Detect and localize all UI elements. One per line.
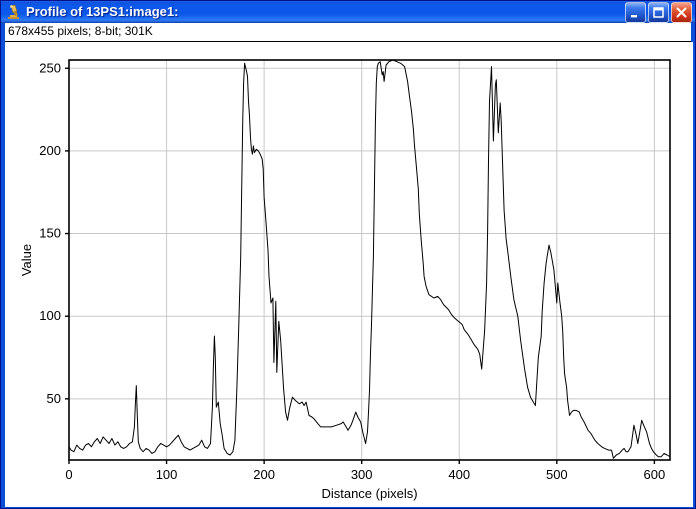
x-axis-title: Distance (pixels) — [321, 486, 417, 501]
x-tick-label: 600 — [644, 467, 666, 482]
y-axis-title: Value — [19, 244, 34, 276]
close-button[interactable] — [671, 2, 692, 23]
y-tick-label: 250 — [39, 60, 61, 75]
x-tick-label: 200 — [253, 467, 275, 482]
close-icon — [675, 6, 688, 19]
plot-canvas[interactable]: 0 100 200 300 400 500 600 50 100 150 200 250 Distanc… — [5, 42, 693, 507]
y-tick-label: 200 — [39, 143, 61, 158]
minimize-icon — [629, 6, 642, 19]
maximize-button[interactable] — [648, 2, 669, 23]
profile-window: Profile of 13PS1:image1: 678x455 — [0, 0, 696, 509]
y-tick-label: 50 — [47, 391, 61, 406]
y-tick-label: 150 — [39, 226, 61, 241]
window-content: 678x455 pixels; 8-bit; 301K 0 100 200 300 40… — [5, 23, 691, 504]
status-bar: 678x455 pixels; 8-bit; 301K — [5, 23, 691, 42]
y-tick-label: 100 — [39, 308, 61, 323]
title-bar[interactable]: Profile of 13PS1:image1: — [1, 1, 695, 23]
minimize-button[interactable] — [625, 2, 646, 23]
x-tick-label: 400 — [448, 467, 470, 482]
profile-plot-svg: 0 100 200 300 400 500 600 50 100 150 200 250 Distanc… — [5, 42, 693, 507]
window-title: Profile of 13PS1:image1: — [26, 1, 625, 23]
x-tick-label: 100 — [156, 467, 178, 482]
maximize-icon — [652, 6, 665, 19]
x-tick-label: 500 — [546, 467, 568, 482]
status-text: 678x455 pixels; 8-bit; 301K — [8, 24, 153, 38]
x-tick-label: 300 — [351, 467, 373, 482]
imagej-microscope-icon — [6, 4, 22, 20]
x-tick-label: 0 — [65, 467, 72, 482]
